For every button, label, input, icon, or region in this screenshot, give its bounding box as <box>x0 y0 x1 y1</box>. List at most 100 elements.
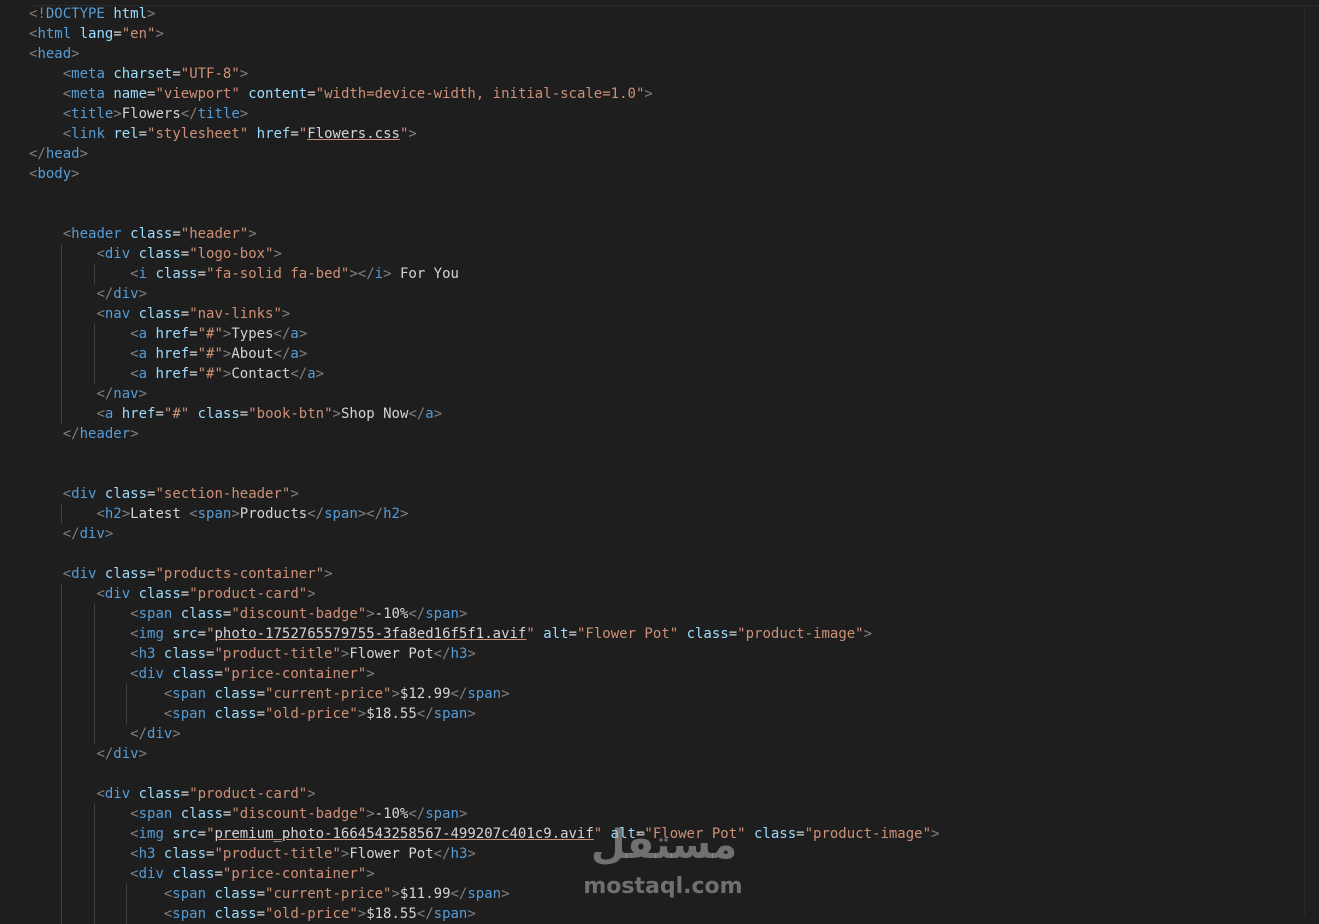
code-line[interactable]: <img src="premium_photo-1664543258567-49… <box>29 824 939 844</box>
code-token: > <box>366 806 375 822</box>
code-line[interactable]: <div class="price-container"> <box>29 864 375 884</box>
line-number <box>0 864 6 884</box>
code-line[interactable]: <span class="old-price">$18.55</span> <box>29 704 476 724</box>
code-token: > <box>71 46 80 62</box>
code-token: < <box>130 846 139 862</box>
code-token: = <box>307 86 316 102</box>
code-line[interactable]: <a href="#" class="book-btn">Shop Now</a… <box>29 404 442 424</box>
vertical-scrollbar[interactable] <box>1304 6 1319 916</box>
code-token: = <box>256 886 266 902</box>
code-token: Products <box>239 506 308 522</box>
code-line[interactable]: </div> <box>29 744 147 764</box>
code-token: charset <box>113 66 173 82</box>
code-line[interactable]: </nav> <box>29 384 147 404</box>
code-line[interactable]: <div class="product-card"> <box>29 584 315 604</box>
line-number <box>0 464 6 484</box>
code-token: Contact <box>231 366 291 382</box>
code-token: img <box>138 826 164 842</box>
code-token: " <box>526 626 535 642</box>
code-line[interactable]: <span class="old-price">$18.55</span> <box>29 904 476 924</box>
code-token: -10% <box>374 806 409 822</box>
code-line[interactable]: <a href="#">Types</a> <box>29 324 307 344</box>
code-token: $12.99 <box>399 686 451 702</box>
code-line[interactable]: <h2>Latest <span>Products</span></h2> <box>29 504 408 524</box>
code-token: span <box>138 806 173 822</box>
code-line[interactable]: <div class="section-header"> <box>29 484 299 504</box>
line-number <box>0 824 6 844</box>
code-token: span <box>467 886 502 902</box>
code-token: > <box>324 566 333 582</box>
code-line[interactable]: <i class="fa-solid fa-bed"></i> For You <box>29 264 459 284</box>
code-token: > <box>399 506 409 522</box>
code-line[interactable]: <meta name="viewport" content="width=dev… <box>29 84 653 104</box>
code-token: span <box>324 506 358 522</box>
code-line[interactable]: <img src="photo-1752765579755-3fa8ed16f5… <box>29 624 872 644</box>
code-token: > <box>113 106 122 122</box>
code-token: span <box>425 606 459 622</box>
line-number <box>0 224 6 244</box>
code-line[interactable]: <!DOCTYPE html> <box>29 4 155 24</box>
code-editor[interactable]: <!DOCTYPE html> <html lang="en"> <head> <m… <box>0 0 1319 924</box>
code-token: </ <box>307 506 325 522</box>
code-line[interactable]: </header> <box>29 424 139 444</box>
code-line[interactable]: <div class="logo-box"> <box>29 244 282 264</box>
code-token: class <box>163 846 207 862</box>
code-token: </ <box>433 846 451 862</box>
code-line[interactable]: <div class="product-card"> <box>29 784 315 804</box>
code-line[interactable]: <div class="products-container"> <box>29 564 333 584</box>
code-token: class <box>138 586 181 602</box>
code-line[interactable]: <link rel="stylesheet" href="Flowers.css… <box>29 124 417 144</box>
code-line[interactable]: <title>Flowers</title> <box>29 104 249 124</box>
code-line[interactable]: <a href="#">Contact</a> <box>29 364 324 384</box>
code-line[interactable]: </head> <box>29 144 88 164</box>
code-line[interactable]: <html lang="en"> <box>29 24 164 44</box>
code-token: div <box>104 586 131 602</box>
code-line[interactable]: <header class="header"> <box>29 224 257 244</box>
code-token: href <box>155 326 190 342</box>
code-token: Flower Pot <box>349 846 434 862</box>
code-token: = <box>189 326 198 342</box>
code-line[interactable]: <a href="#">About</a> <box>29 344 307 364</box>
code-token: = <box>172 226 181 242</box>
code-token: ></ <box>349 266 375 282</box>
code-line[interactable]: <body> <box>29 164 80 184</box>
code-token: < <box>62 106 72 122</box>
code-line[interactable]: <div class="price-container"> <box>29 664 375 684</box>
mostaql-watermark: مستقل mostaql.com <box>578 818 748 904</box>
code-token: > <box>231 506 240 522</box>
code-line[interactable]: <head> <box>29 44 80 64</box>
code-token: link <box>71 126 105 142</box>
code-token: src <box>172 826 198 842</box>
code-token: > <box>298 346 308 362</box>
code-token: meta <box>71 66 105 82</box>
code-token: meta <box>71 86 105 102</box>
code-line[interactable]: </div> <box>29 524 114 544</box>
code-token: "discount-badge" <box>231 606 367 622</box>
code-line[interactable]: </div> <box>29 724 181 744</box>
code-line[interactable]: <h3 class="product-title">Flower Pot</h3… <box>29 844 476 864</box>
code-token: = <box>180 786 190 802</box>
code-line[interactable]: <h3 class="product-title">Flower Pot</h3… <box>29 644 476 664</box>
code-line[interactable]: <nav class="nav-links"> <box>29 304 290 324</box>
code-line[interactable]: <span class="discount-badge">-10%</span> <box>29 604 467 624</box>
code-line[interactable]: <span class="current-price">$12.99</span… <box>29 684 510 704</box>
code-line[interactable]: <meta charset="UTF-8"> <box>29 64 249 84</box>
code-line[interactable]: </div> <box>29 284 147 304</box>
code-token: "#" <box>197 366 223 382</box>
code-token: > <box>863 626 873 642</box>
line-number <box>0 384 6 404</box>
code-token: header <box>79 426 131 442</box>
code-line[interactable]: <span class="current-price">$11.99</span… <box>29 884 510 904</box>
code-token: > <box>357 906 367 922</box>
code-token: "current-price" <box>265 886 392 902</box>
code-token: > <box>391 686 400 702</box>
code-line[interactable]: <span class="discount-badge">-10%</span> <box>29 804 467 824</box>
code-token: " <box>298 126 308 142</box>
